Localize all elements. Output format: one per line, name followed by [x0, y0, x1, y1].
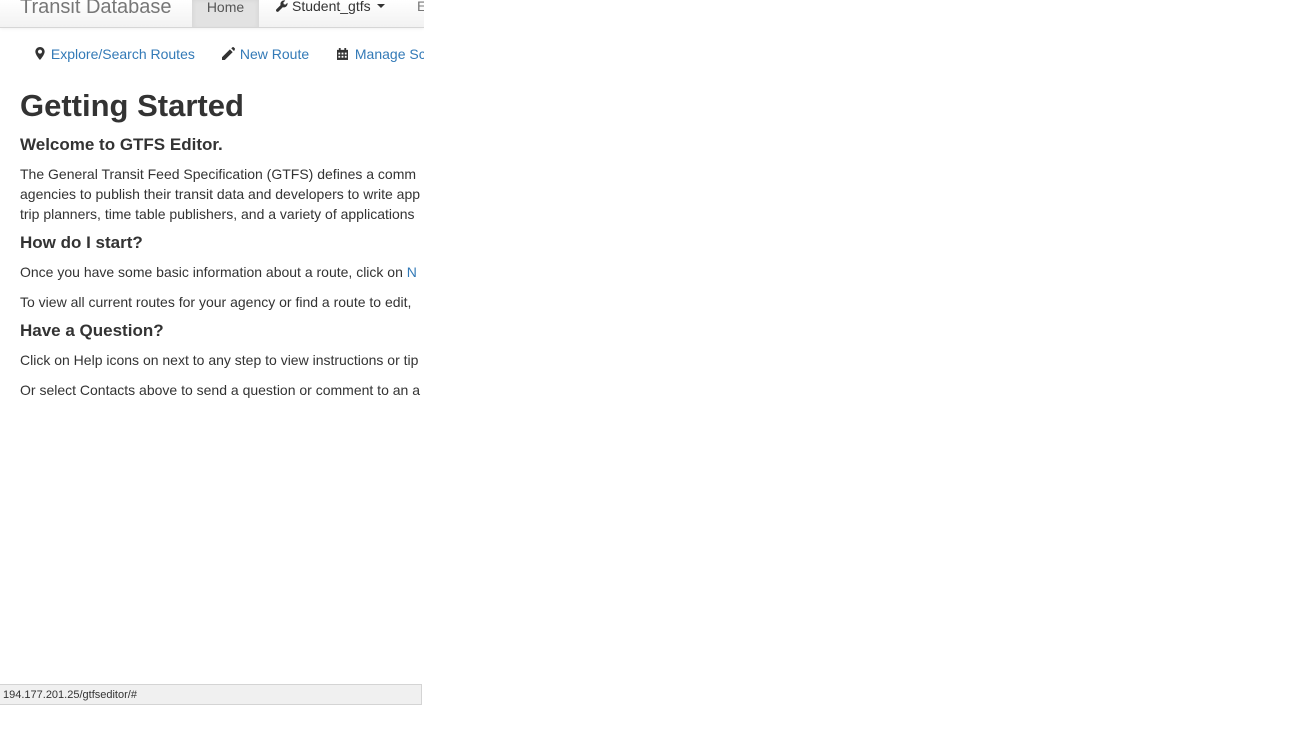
new-route-inline-link[interactable]: N: [407, 264, 417, 280]
intro-paragraph: The General Transit Feed Specification (…: [20, 164, 424, 224]
nav-home-tab[interactable]: Home: [192, 0, 259, 27]
intro-line: agencies to publish their transit data a…: [20, 186, 421, 202]
chevron-down-icon: [376, 4, 385, 8]
start-heading: How do I start?: [20, 233, 143, 252]
manage-schedules-label: Manage Sc: [354, 46, 424, 62]
intro-line: trip planners, time table publishers, an…: [20, 206, 415, 222]
question-paragraph-2: Or select Contacts above to send a quest…: [20, 382, 420, 398]
explore-routes-label: Explore/Search Routes: [50, 46, 195, 62]
nav-agency-dropdown[interactable]: Student_gtfs: [276, 0, 385, 17]
browser-viewport: Transit Database Home Student_gtfs E Exp…: [0, 0, 424, 730]
nav-agency-label: Student_gtfs: [292, 0, 371, 14]
page-title: Getting Started: [20, 88, 244, 123]
pencil-icon: [222, 47, 235, 60]
main-content: Getting Started Welcome to GTFS Editor. …: [20, 86, 424, 400]
question-paragraph-1: Click on Help icons on next to any step …: [20, 352, 419, 368]
top-navbar: Transit Database Home Student_gtfs E: [0, 0, 424, 28]
navbar-brand[interactable]: Transit Database: [20, 0, 172, 21]
intro-line: The General Transit Feed Specification (…: [20, 166, 417, 182]
new-route-link[interactable]: New Route: [222, 44, 309, 64]
start-paragraph-1: Once you have some basic information abo…: [20, 262, 424, 282]
new-route-label: New Route: [239, 46, 310, 62]
manage-schedules-link[interactable]: Manage Sc: [337, 44, 424, 64]
browser-status-bar: 194.177.201.25/gtfseditor/#: [0, 684, 422, 705]
wrench-icon: [276, 0, 288, 12]
calendar-icon: [337, 48, 348, 60]
nav-item-next[interactable]: E: [417, 0, 424, 17]
map-marker-icon: [35, 47, 45, 60]
question-heading: Have a Question?: [20, 321, 164, 340]
start-text: Once you have some basic information abo…: [20, 264, 407, 280]
start-paragraph-2: To view all current routes for your agen…: [20, 294, 412, 310]
explore-routes-link[interactable]: Explore/Search Routes: [35, 44, 195, 64]
status-url: 194.177.201.25/gtfseditor/#: [3, 689, 137, 701]
welcome-heading: Welcome to GTFS Editor.: [20, 135, 223, 154]
